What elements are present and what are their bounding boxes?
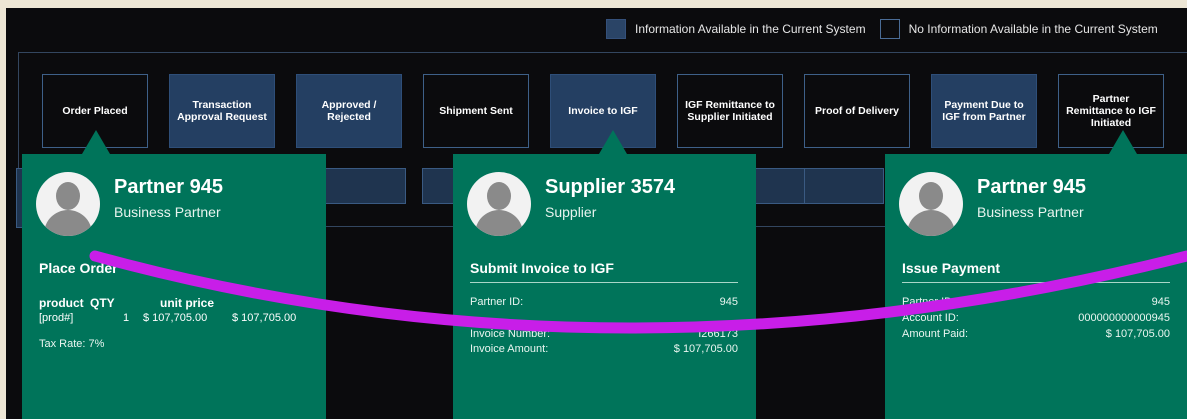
col-header-unit-price: unit price — [160, 296, 215, 310]
cell-unit-price: $ 107,705.00 — [143, 312, 208, 324]
card-role: Business Partner — [114, 204, 221, 220]
cell-product: [prod#] — [39, 312, 74, 324]
card-role: Business Partner — [977, 204, 1084, 220]
legend: Information Available in the Current Sys… — [606, 18, 1158, 40]
field-value: $ 107,705.00 — [673, 343, 738, 355]
card-pointer — [82, 130, 110, 154]
detail-bar — [804, 168, 884, 204]
field-label: Invoice Number: — [470, 328, 551, 340]
field-value: $ 107,705.00 — [1105, 328, 1170, 340]
legend-available-swatch — [606, 19, 626, 39]
step-payment-due: Payment Due to IGF from Partner — [931, 74, 1037, 148]
field-row: Invoice Number: I266173 — [470, 328, 738, 340]
cell-qty: 1 — [123, 312, 130, 324]
card-action-title: Issue Payment — [902, 260, 1170, 283]
col-header-qty: QTY — [90, 296, 115, 310]
legend-available-label: Information Available in the Current Sys… — [635, 22, 866, 36]
avatar-icon — [899, 172, 963, 236]
field-label: Invoice Amount: — [470, 343, 549, 355]
avatar-icon — [36, 172, 100, 236]
cell-total: $ 107,705.00 — [232, 312, 297, 324]
card-action-title: Submit Invoice to IGF — [470, 260, 738, 283]
field-value: 000000000000945 — [1078, 312, 1170, 324]
field-row: Invoice Amount: $ 107,705.00 — [470, 343, 738, 355]
field-row: Account ID: 000000000000945 — [902, 312, 1170, 324]
card-name: Supplier 3574 — [545, 176, 676, 198]
avatar-icon — [467, 172, 531, 236]
card-action-title: Place Order — [39, 260, 118, 276]
card-role: Supplier — [545, 204, 597, 220]
field-value: 945 — [1151, 296, 1170, 308]
field-value: I266173 — [698, 328, 738, 340]
step-igf-remittance: IGF Remittance to Supplier Initiated — [677, 74, 783, 148]
card-name: Partner 945 — [114, 176, 223, 198]
field-value: 945 — [719, 296, 738, 308]
field-label: Amount Paid: — [902, 328, 969, 340]
card-name: Partner 945 — [977, 176, 1086, 198]
legend-not-available-label: No Information Available in the Current … — [908, 22, 1158, 36]
field-row: Partner ID: 945 — [470, 296, 738, 308]
field-row: Partner ID: 945 — [902, 296, 1170, 308]
field-label: Partner ID: — [902, 296, 956, 308]
step-approved-rejected: Approved / Rejected — [296, 74, 402, 148]
field-label: Account ID: — [902, 312, 959, 324]
partner-payment-card: Partner 945 Business Partner Issue Payme… — [885, 130, 1187, 419]
card-pointer — [1109, 130, 1137, 154]
legend-not-available-swatch — [879, 19, 900, 39]
detail-bar — [316, 168, 406, 204]
card-pointer — [599, 130, 627, 154]
supplier-invoice-card: Supplier 3574 Supplier Submit Invoice to… — [453, 130, 756, 419]
tax-rate: Tax Rate: 7% — [39, 338, 105, 350]
field-label: Partner ID: — [470, 296, 524, 308]
step-proof-of-delivery: Proof of Delivery — [804, 74, 910, 148]
col-header-product: product — [39, 296, 84, 310]
field-row: Amount Paid: $ 107,705.00 — [902, 328, 1170, 340]
step-shipment-sent: Shipment Sent — [423, 74, 529, 148]
step-transaction-approval-request: Transaction Approval Request — [169, 74, 275, 148]
partner-order-card: Partner 945 Business Partner Place Order… — [22, 130, 326, 419]
